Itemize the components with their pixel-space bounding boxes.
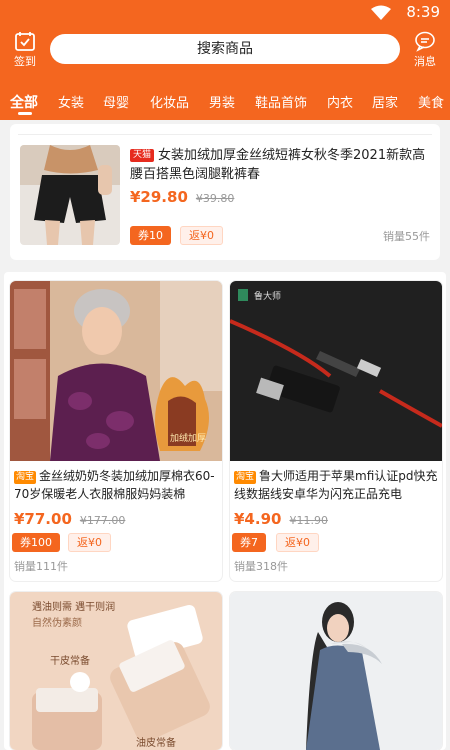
tmall-badge: 天猫 (130, 149, 155, 162)
product-card[interactable]: 加绒加厚 淘宝 金丝绒奶奶冬装加绒加厚棉衣60-70岁保暖老人衣服棉服妈妈装棉 ¥… (10, 281, 222, 581)
message-button[interactable]: 消息 (408, 30, 442, 69)
product-image: 鲁大师 (230, 281, 442, 461)
product-title: 淘宝 金丝绒奶奶冬装加绒加厚棉衣60-70岁保暖老人衣服棉服妈妈装棉 (14, 469, 215, 501)
active-tab-indicator (18, 112, 32, 115)
tab-food[interactable]: 美食 (418, 92, 444, 111)
taobao-badge: 淘宝 (234, 471, 257, 484)
product-image (230, 592, 442, 750)
original-price: ¥177.00 (79, 514, 126, 527)
image-caption: 油皮常备 (136, 738, 176, 749)
product-image: 遇油则需 遇干则润 自然伪素颜 干皮常备 油皮常备 (10, 592, 222, 750)
sales-count: 销量318件 (234, 560, 288, 573)
original-price: ¥39.80 (195, 192, 235, 205)
image-caption: 干皮常备 (50, 656, 90, 667)
brand-logo-text: 鲁大师 (254, 292, 282, 302)
price-row: ¥77.00 ¥177.00 (14, 509, 125, 528)
tab-mens[interactable]: 男装 (209, 92, 235, 111)
product-image (20, 145, 120, 245)
tab-shoes-jewelry[interactable]: 鞋品首饰 (255, 92, 307, 111)
price: ¥4.90 (234, 510, 282, 528)
checkin-button[interactable]: 签到 (8, 30, 42, 69)
price-row: ¥4.90 ¥11.90 (234, 509, 328, 528)
tab-cosmetics[interactable]: 化妆品 (150, 92, 189, 111)
product-card[interactable]: 遇油则需 遇干则润 自然伪素颜 干皮常备 油皮常备 (10, 592, 222, 750)
image-caption: 加绒加厚 (170, 434, 207, 444)
divider (18, 134, 432, 135)
coupon-badge[interactable]: 券7 (232, 533, 266, 552)
header: 8:39 签到 搜索商品 消息 全部 女装 母婴 化妆品 男装 鞋品首饰 内衣 … (0, 0, 450, 120)
rebate-badge: 返¥0 (276, 533, 319, 552)
product-card[interactable] (230, 592, 442, 750)
price-row: ¥29.80 ¥39.80 (130, 187, 234, 206)
chat-bubble-icon (415, 31, 435, 52)
original-price: ¥11.90 (289, 514, 328, 527)
product-card[interactable]: 鲁大师 淘宝 鲁大师适用于苹果mfi认证pd快充线数据线安卓华为闪充正品充电 ¥4… (230, 281, 442, 581)
tab-baby[interactable]: 母婴 (103, 92, 129, 111)
coupon-badge[interactable]: 券100 (12, 533, 60, 552)
tab-home[interactable]: 居家 (372, 92, 398, 111)
checkin-label: 签到 (14, 55, 36, 68)
status-time: 8:39 (406, 3, 440, 21)
price: ¥29.80 (130, 188, 188, 206)
image-caption: 遇油则需 遇干则润 (32, 602, 116, 613)
calendar-check-icon (15, 32, 35, 51)
image-caption: 自然伪素颜 (32, 618, 82, 629)
coupon-badge[interactable]: 券10 (130, 226, 171, 245)
tab-underwear[interactable]: 内衣 (327, 92, 353, 111)
tab-all[interactable]: 全部 (10, 92, 38, 112)
tab-womens[interactable]: 女装 (58, 92, 84, 111)
sales-count: 销量55件 (383, 230, 430, 243)
category-tabs: 全部 女装 母婴 化妆品 男装 鞋品首饰 内衣 居家 美食 (0, 86, 450, 118)
search-input[interactable]: 搜索商品 (50, 34, 400, 64)
sales-count: 销量111件 (14, 560, 68, 573)
taobao-badge: 淘宝 (14, 471, 37, 484)
status-bar: 8:39 (0, 0, 450, 24)
price: ¥77.00 (14, 510, 72, 528)
message-label: 消息 (414, 55, 436, 68)
rebate-badge: 返¥0 (68, 533, 111, 552)
rebate-badge: 返¥0 (180, 226, 223, 245)
product-image: 加绒加厚 (10, 281, 222, 461)
featured-product-card[interactable]: 天猫 女装加绒加厚金丝绒短裤女秋冬季2021新款高腰百搭黑色阔腿靴裤春 ¥29.8… (10, 124, 440, 260)
product-title: 天猫 女装加绒加厚金丝绒短裤女秋冬季2021新款高腰百搭黑色阔腿靴裤春 (130, 148, 426, 182)
wifi-icon (371, 5, 391, 20)
product-title: 淘宝 鲁大师适用于苹果mfi认证pd快充线数据线安卓华为闪充正品充电 (234, 469, 438, 501)
